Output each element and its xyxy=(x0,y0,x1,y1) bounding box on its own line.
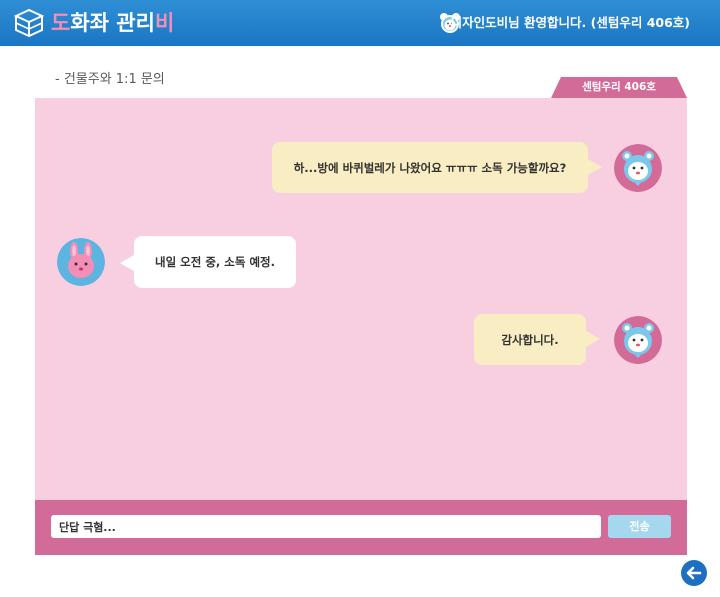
logo-char xyxy=(109,8,116,38)
logo-char: 비 xyxy=(154,11,175,35)
send-button[interactable]: 전송 xyxy=(608,515,671,538)
chat-bubble-sent: 하...방에 바퀴벌레가 나왔어요 ㅠㅠㅠ 소독 가능할까요? xyxy=(272,142,588,193)
bubble-tail xyxy=(586,331,600,347)
logo-char: 리 xyxy=(135,11,155,35)
message-input[interactable] xyxy=(51,515,601,538)
arrow-left-icon xyxy=(686,566,702,580)
chat-bubble-received: 내일 오전 중, 소독 예정. xyxy=(134,236,296,288)
top-header: 도화좌 관리비 디자인도비님 환영합니다. (센텀우리 406호) xyxy=(0,0,720,46)
logo-char: 좌 xyxy=(89,11,109,35)
message-text: 내일 오전 중, 소독 예정. xyxy=(155,255,275,269)
rabbit-avatar-icon xyxy=(57,238,105,286)
message-text: 감사합니다. xyxy=(501,332,559,347)
bear-avatar-icon xyxy=(614,316,662,364)
logo-char: 화 xyxy=(70,11,90,35)
chat-area: 하...방에 바퀴벌레가 나왔어요 ㅠㅠㅠ 소독 가능할까요? 내일 오전 중,… xyxy=(35,98,687,500)
app-logo-title[interactable]: 도화좌 관리비 xyxy=(51,8,174,38)
welcome-message: 디자인도비님 환영합니다. (센텀우리 406호) xyxy=(450,15,690,30)
back-button[interactable] xyxy=(681,560,707,586)
message-text: 하...방에 바퀴벌레가 나왔어요 ㅠㅠㅠ 소독 가능할까요? xyxy=(293,160,567,175)
app-window: 도화좌 관리비 디자인도비님 환영합니다. (센텀우리 406호) - 건물주와… xyxy=(0,0,720,597)
room-tab-label: 센텀우리 406호 xyxy=(582,81,656,93)
logo-char: 도 xyxy=(51,11,71,35)
box-icon[interactable] xyxy=(12,6,46,40)
page-title: - 건물주와 1:1 문의 xyxy=(55,72,165,87)
chat-bubble-sent: 감사합니다. xyxy=(474,314,586,365)
logo-char: 관 xyxy=(116,11,136,35)
message-composer: 전송 xyxy=(35,500,687,555)
room-tab: 센텀우리 406호 xyxy=(551,77,687,98)
bubble-tail xyxy=(120,255,134,271)
bubble-tail xyxy=(588,159,602,175)
bear-avatar-icon xyxy=(614,144,662,192)
